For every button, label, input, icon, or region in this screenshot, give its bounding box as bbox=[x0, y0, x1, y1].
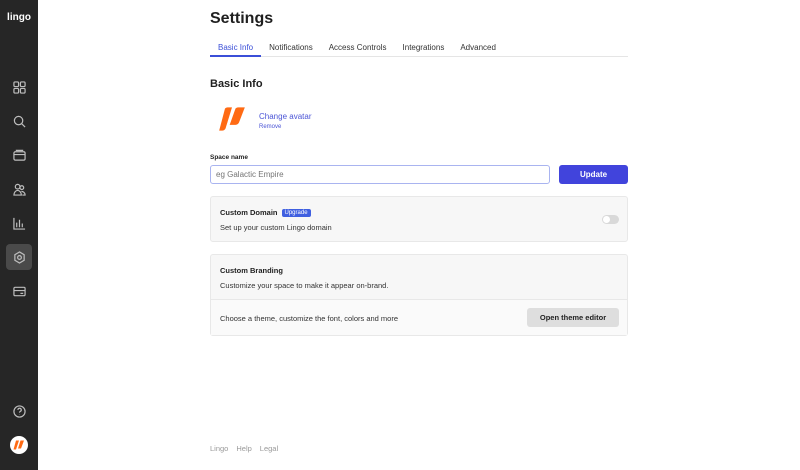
custom-branding-title: Custom Branding bbox=[220, 266, 283, 275]
footer-link-help[interactable]: Help bbox=[236, 444, 251, 453]
settings-icon[interactable] bbox=[6, 244, 32, 270]
remove-avatar-link[interactable]: Remove bbox=[259, 124, 281, 130]
dashboard-icon[interactable] bbox=[6, 74, 32, 100]
page-title: Settings bbox=[210, 10, 274, 27]
tab-basic-info[interactable]: Basic Info bbox=[210, 40, 262, 57]
help-icon[interactable] bbox=[6, 398, 32, 424]
custom-domain-title: Custom Domain bbox=[220, 208, 278, 217]
update-button[interactable]: Update bbox=[559, 165, 628, 184]
users-icon[interactable] bbox=[6, 176, 32, 202]
settings-tabs: Basic Info Notifications Access Controls… bbox=[210, 40, 628, 57]
upgrade-badge[interactable]: Upgrade bbox=[281, 209, 311, 217]
space-avatar bbox=[218, 106, 246, 137]
section-heading: Basic Info bbox=[210, 78, 263, 90]
footer-link-legal[interactable]: Legal bbox=[260, 444, 278, 453]
custom-branding-desc: Customize your space to make it appear o… bbox=[220, 281, 389, 290]
tab-advanced[interactable]: Advanced bbox=[452, 40, 504, 57]
custom-domain-desc: Set up your custom Lingo domain bbox=[220, 223, 332, 232]
change-avatar-link[interactable]: Change avatar bbox=[259, 112, 311, 121]
sidebar: lingo bbox=[0, 0, 38, 470]
tab-notifications[interactable]: Notifications bbox=[261, 40, 321, 57]
theme-row-text: Choose a theme, customize the font, colo… bbox=[220, 314, 399, 323]
open-theme-editor-button[interactable]: Open theme editor bbox=[527, 308, 619, 327]
space-name-input[interactable] bbox=[210, 165, 550, 184]
archive-icon[interactable] bbox=[6, 142, 32, 168]
footer: Lingo Help Legal bbox=[210, 444, 278, 453]
footer-link-lingo[interactable]: Lingo bbox=[210, 444, 228, 453]
billing-icon[interactable] bbox=[6, 278, 32, 304]
custom-domain-toggle[interactable] bbox=[602, 215, 619, 224]
tab-integrations[interactable]: Integrations bbox=[395, 40, 453, 57]
user-avatar[interactable] bbox=[10, 436, 28, 454]
analytics-icon[interactable] bbox=[6, 210, 32, 236]
space-name-label: Space name bbox=[210, 154, 248, 161]
lingo-logo[interactable]: lingo bbox=[0, 12, 38, 23]
custom-domain-card: Custom Domain Upgrade Set up your custom … bbox=[210, 196, 628, 242]
search-icon[interactable] bbox=[6, 108, 32, 134]
custom-branding-card: Custom Branding Customize your space to … bbox=[210, 254, 628, 336]
tab-access-controls[interactable]: Access Controls bbox=[321, 40, 395, 57]
